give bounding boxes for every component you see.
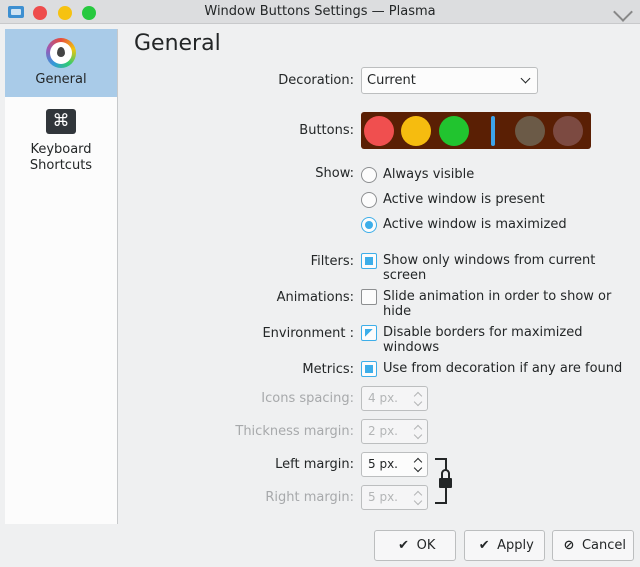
cancel-label: Cancel xyxy=(581,538,627,553)
chevron-down-icon xyxy=(413,397,423,407)
left-margin-value: 5 px. xyxy=(368,457,398,471)
decoration-value: Current xyxy=(367,73,416,88)
animations-checkbox[interactable] xyxy=(361,289,377,305)
chevron-down-icon xyxy=(413,496,423,506)
apply-label: Apply xyxy=(497,538,534,553)
show-active-maximized-radio[interactable] xyxy=(361,217,377,233)
show-option-label: Active window is maximized xyxy=(383,217,567,232)
sidebar-item-keyboard-shortcuts[interactable]: ⌘ Keyboard Shortcuts xyxy=(5,99,117,179)
page-title: General xyxy=(134,31,221,56)
cancel-icon: ⊘ xyxy=(563,538,575,553)
chevron-down-icon xyxy=(413,430,423,440)
decoration-combobox[interactable]: Current xyxy=(361,67,538,94)
color-drop-icon xyxy=(46,38,76,68)
preview-inactive-button-1 xyxy=(515,116,545,146)
environment-label: Environment : xyxy=(262,326,354,341)
show-option-label: Always visible xyxy=(383,167,475,182)
metrics-option-label: Use from decoration if any are found xyxy=(383,361,623,376)
sidebar-item-general[interactable]: General xyxy=(5,29,117,97)
metrics-checkbox[interactable] xyxy=(361,361,377,377)
preview-inactive-button-2 xyxy=(553,116,583,146)
metrics-label: Metrics: xyxy=(302,362,354,377)
left-margin-spinbox[interactable]: 5 px. xyxy=(361,452,428,477)
right-margin-label: Right margin: xyxy=(265,490,354,505)
apply-button[interactable]: ✔ Apply xyxy=(464,530,545,561)
chevron-down-icon xyxy=(520,73,531,84)
animations-option-label: Slide animation in order to show or hide xyxy=(383,289,612,319)
preview-maximize-button xyxy=(439,116,469,146)
ok-label: OK xyxy=(416,538,436,553)
show-option-label: Active window is present xyxy=(383,192,545,207)
show-active-present-radio[interactable] xyxy=(361,192,377,208)
right-margin-spinbox[interactable]: 5 px. xyxy=(361,485,428,510)
filters-label: Filters: xyxy=(310,254,354,269)
icons-spacing-value: 4 px. xyxy=(368,391,398,405)
sidebar-item-label: Keyboard Shortcuts xyxy=(29,142,93,173)
preview-minimize-button xyxy=(401,116,431,146)
right-margin-value: 5 px. xyxy=(368,490,398,504)
check-icon: ✔ xyxy=(398,538,410,553)
buttons-label: Buttons: xyxy=(299,123,354,138)
filters-checkbox[interactable] xyxy=(361,253,377,269)
ok-button[interactable]: ✔ OK xyxy=(374,530,456,561)
preview-close-button xyxy=(364,116,394,146)
thickness-margin-label: Thickness margin: xyxy=(235,424,354,439)
title-bar: Window Buttons Settings — Plasma xyxy=(0,0,640,24)
lock-icon[interactable] xyxy=(439,469,452,491)
sidebar-item-label: General xyxy=(35,72,87,87)
buttons-preview[interactable] xyxy=(361,112,591,149)
environment-checkbox[interactable] xyxy=(361,325,377,341)
check-icon: ✔ xyxy=(478,538,490,553)
show-label: Show: xyxy=(315,166,354,181)
thickness-margin-value: 2 px. xyxy=(368,424,398,438)
preview-separator[interactable] xyxy=(491,116,495,146)
command-key-icon: ⌘ xyxy=(46,109,76,134)
decoration-label: Decoration: xyxy=(278,73,354,88)
show-always-visible-radio[interactable] xyxy=(361,167,377,183)
window-title: Window Buttons Settings — Plasma xyxy=(204,4,436,19)
icons-spacing-spinbox[interactable]: 4 px. xyxy=(361,386,428,411)
cancel-button[interactable]: ⊘ Cancel xyxy=(552,530,634,561)
chevron-down-icon xyxy=(413,463,423,473)
filters-option-label: Show only windows from current screen xyxy=(383,253,596,283)
icons-spacing-label: Icons spacing: xyxy=(261,391,354,406)
environment-option-label: Disable borders for maximized windows xyxy=(383,325,583,355)
animations-label: Animations: xyxy=(276,290,354,305)
sidebar: General ⌘ Keyboard Shortcuts xyxy=(5,29,118,524)
left-margin-label: Left margin: xyxy=(275,457,354,472)
thickness-margin-spinbox[interactable]: 2 px. xyxy=(361,419,428,444)
